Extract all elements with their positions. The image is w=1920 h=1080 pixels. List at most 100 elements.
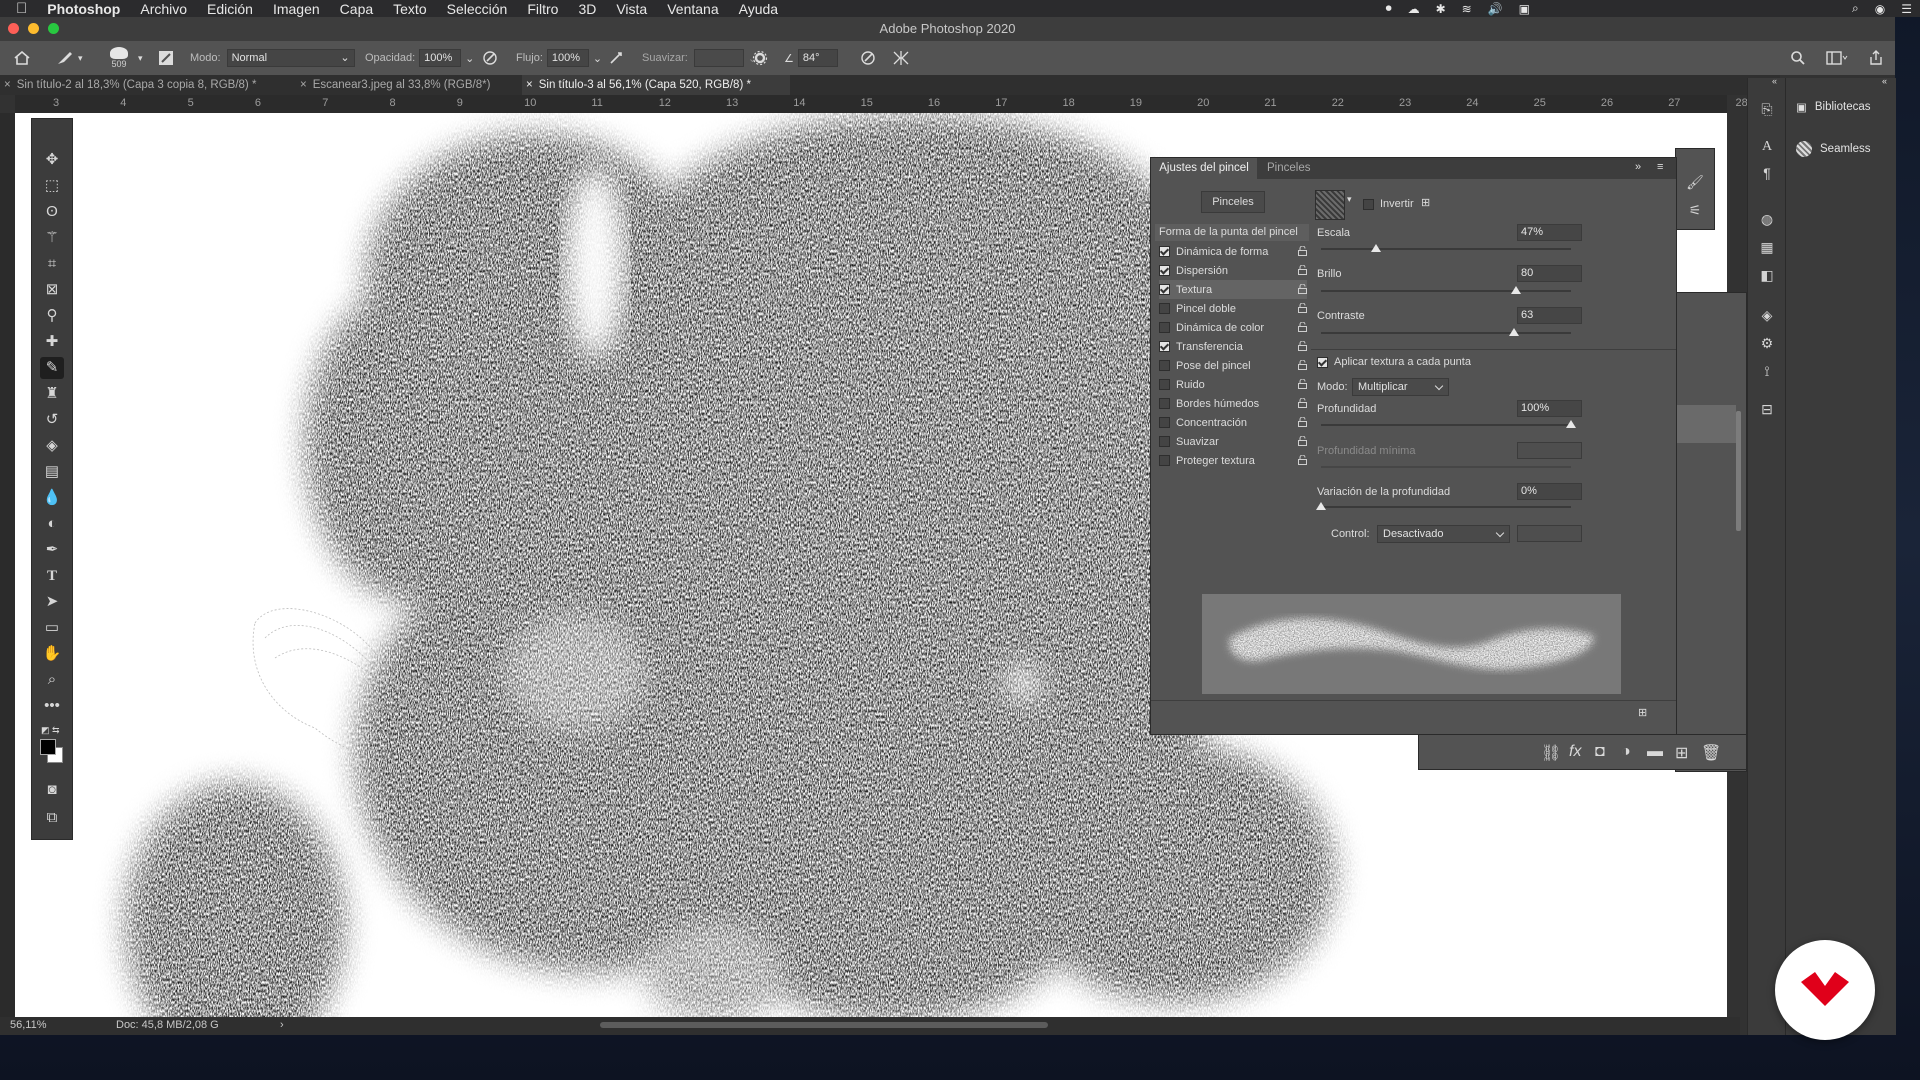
menu-item-imagen[interactable]: Imagen bbox=[273, 1, 320, 17]
option-checkbox[interactable] bbox=[1159, 303, 1170, 314]
option-checkbox[interactable] bbox=[1159, 341, 1170, 352]
brightness-input[interactable]: 80 bbox=[1517, 265, 1582, 282]
gradients-panel-icon[interactable]: ◧ bbox=[1758, 266, 1776, 284]
tab-brush-settings[interactable]: Ajustes del pincel bbox=[1151, 158, 1257, 179]
tab-brushes[interactable]: Pinceles bbox=[1267, 158, 1310, 179]
brush-tool-preset-icon[interactable]: ▾ bbox=[56, 41, 83, 75]
history-panel-icon[interactable]: ⎘ bbox=[1758, 100, 1776, 118]
workspace-icon[interactable] bbox=[1826, 41, 1848, 75]
foreground-color-swatch[interactable] bbox=[40, 739, 56, 755]
texture-pattern-picker[interactable] bbox=[1315, 190, 1345, 220]
new-group-icon[interactable]: ▬ bbox=[1647, 743, 1663, 761]
tab-document-1[interactable]: × Sin título-2 al 18,3% (Capa 3 copia 8, … bbox=[0, 75, 296, 95]
tip-shape-item[interactable]: Forma de la punta del pincel bbox=[1155, 224, 1309, 241]
lock-icon[interactable] bbox=[1298, 397, 1307, 408]
lock-icon[interactable] bbox=[1298, 378, 1307, 389]
menu-item-vista[interactable]: Vista bbox=[616, 1, 647, 17]
gradient-tool-icon[interactable]: ▤ bbox=[40, 461, 64, 483]
brush-size-chevron-icon[interactable]: ▾ bbox=[138, 41, 143, 75]
option-checkbox[interactable] bbox=[1159, 417, 1170, 428]
default-colors-icon[interactable]: ◩ ⇆ bbox=[41, 725, 60, 736]
close-tab-icon[interactable]: × bbox=[526, 79, 533, 91]
delete-layer-icon[interactable]: 🗑 bbox=[1701, 743, 1721, 763]
brush-option-pincel-doble[interactable]: Pincel doble bbox=[1159, 299, 1307, 318]
lock-icon[interactable] bbox=[1298, 359, 1307, 370]
menu-item-filtro[interactable]: Filtro bbox=[527, 1, 558, 17]
brush-settings-toggle-icon[interactable] bbox=[158, 41, 174, 75]
depth-jitter-slider-thumb[interactable] bbox=[1316, 502, 1326, 510]
cloud-icon[interactable]: ☁ bbox=[1408, 2, 1420, 16]
seamless-panel-button[interactable]: Seamless bbox=[1796, 141, 1871, 157]
brush-option-dispersión[interactable]: Dispersión bbox=[1159, 261, 1307, 280]
zoom-tool-icon[interactable]: ⌕ bbox=[40, 669, 64, 691]
properties-panel-icon[interactable]: ⊟ bbox=[1758, 400, 1776, 418]
lock-icon[interactable] bbox=[1298, 283, 1307, 294]
opacity-chevron-icon[interactable]: ⌄ bbox=[465, 52, 474, 65]
clone-stamp-tool-icon[interactable]: ♜ bbox=[40, 383, 64, 405]
lock-icon[interactable] bbox=[1298, 264, 1307, 275]
lock-icon[interactable] bbox=[1298, 454, 1307, 465]
brush-option-bordes-húmedos[interactable]: Bordes húmedos bbox=[1159, 394, 1307, 413]
brush-option-ruido[interactable]: Ruido bbox=[1159, 375, 1307, 394]
contrast-slider-track[interactable] bbox=[1321, 332, 1571, 334]
layer-row-selected[interactable] bbox=[1676, 405, 1736, 443]
invert-checkbox[interactable] bbox=[1363, 198, 1374, 210]
collapse-dock-icon[interactable]: « bbox=[1882, 76, 1887, 86]
document-info[interactable]: Doc: 45,8 MB/2,08 G bbox=[116, 1019, 219, 1031]
bluetooth-icon[interactable]: ✱ bbox=[1436, 2, 1446, 16]
record-icon[interactable]: ⏺ bbox=[1386, 1, 1392, 16]
brightness-slider-track[interactable] bbox=[1321, 290, 1571, 292]
control-select[interactable]: Desactivado bbox=[1377, 525, 1510, 543]
swatches-panel-icon[interactable]: ▦ bbox=[1758, 238, 1776, 256]
scale-slider-track[interactable] bbox=[1321, 248, 1571, 250]
pressure-size-icon[interactable] bbox=[860, 41, 876, 75]
eraser-tool-icon[interactable]: ◈ bbox=[40, 435, 64, 457]
pattern-chevron-icon[interactable]: ▾ bbox=[1347, 194, 1352, 205]
vertical-ruler[interactable] bbox=[0, 113, 15, 1035]
layer-style-icon[interactable]: fx bbox=[1569, 743, 1581, 761]
tab-document-3[interactable]: × Sin título-3 al 56,1% (Capa 520, RGB/8)… bbox=[522, 75, 790, 95]
rectangle-tool-icon[interactable]: ▭ bbox=[40, 617, 64, 639]
brush-settings-icon[interactable]: 🖌 bbox=[1686, 173, 1704, 191]
minimize-window-button[interactable] bbox=[28, 23, 39, 34]
wifi-icon[interactable]: ≋ bbox=[1462, 2, 1472, 16]
brush-size-picker[interactable]: 509 bbox=[110, 41, 128, 75]
path-selection-tool-icon[interactable]: ➤ bbox=[40, 591, 64, 613]
option-checkbox[interactable] bbox=[1159, 398, 1170, 409]
option-checkbox[interactable] bbox=[1159, 246, 1170, 257]
lock-icon[interactable] bbox=[1298, 435, 1307, 446]
collapse-panel-icon[interactable]: » bbox=[1635, 161, 1641, 173]
menu-item-archivo[interactable]: Archivo bbox=[140, 1, 187, 17]
option-checkbox[interactable] bbox=[1159, 322, 1170, 333]
smoothing-options-gear-icon[interactable] bbox=[752, 41, 768, 75]
depth-input[interactable]: 100% bbox=[1517, 400, 1582, 417]
share-icon[interactable] bbox=[1868, 41, 1884, 75]
zoom-level[interactable]: 56,11% bbox=[10, 1019, 47, 1031]
blur-tool-icon[interactable]: 💧 bbox=[40, 487, 64, 509]
menu-item-selección[interactable]: Selección bbox=[447, 1, 508, 17]
option-checkbox[interactable] bbox=[1159, 284, 1170, 295]
pressure-opacity-icon[interactable] bbox=[482, 41, 498, 75]
spotlight-icon[interactable]: ⌕ bbox=[1852, 1, 1859, 16]
contrast-slider-thumb[interactable] bbox=[1508, 328, 1519, 336]
more-tools-icon[interactable]: ••• bbox=[40, 695, 64, 717]
menu-item-texto[interactable]: Texto bbox=[393, 1, 426, 17]
brush-option-textura[interactable]: Textura bbox=[1159, 280, 1307, 299]
contrast-input[interactable]: 63 bbox=[1517, 307, 1582, 324]
volume-icon[interactable]: 🔊 bbox=[1488, 2, 1503, 16]
smoothing-input[interactable] bbox=[693, 49, 744, 67]
brush-option-transferencia[interactable]: Transferencia bbox=[1159, 337, 1307, 356]
lasso-tool-icon[interactable]: ʘ bbox=[40, 201, 64, 223]
marquee-tool-icon[interactable]: ⬚ bbox=[40, 175, 64, 197]
close-window-button[interactable] bbox=[8, 23, 19, 34]
brush-tool-icon[interactable]: ✎ bbox=[40, 357, 64, 379]
screen-mode-icon[interactable]: ⧉ bbox=[40, 807, 64, 829]
history-brush-tool-icon[interactable]: ↺ bbox=[40, 409, 64, 431]
horizontal-ruler[interactable]: 3 4 5 6 7 8 9 10 11 12 13 14 15 16 17 18 19 20 21 22 23 24 25 2… bbox=[15, 95, 1748, 114]
brush-option-proteger-textura[interactable]: Proteger textura bbox=[1159, 451, 1307, 470]
dodge-tool-icon[interactable]: ◐ bbox=[40, 513, 64, 535]
color-panel-icon[interactable]: ◍ bbox=[1758, 210, 1776, 228]
menu-item-edición[interactable]: Edición bbox=[207, 1, 253, 17]
brush-angle-input[interactable]: 84° bbox=[797, 49, 838, 67]
layers-scrollbar[interactable] bbox=[1736, 411, 1741, 531]
